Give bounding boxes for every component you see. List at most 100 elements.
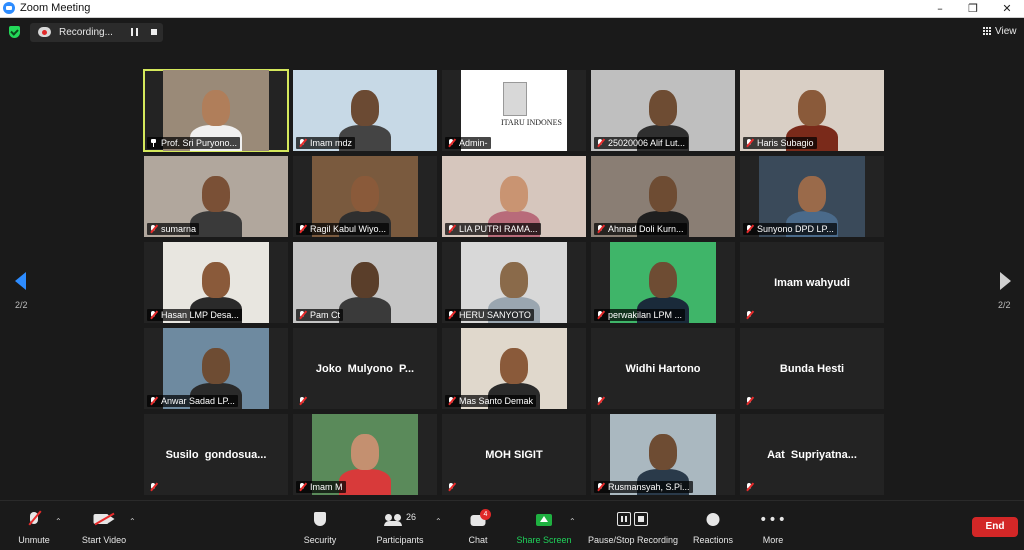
muted-mic-icon: [299, 311, 305, 319]
start-video-button[interactable]: Start Video: [76, 501, 132, 550]
participant-name-tag: Ragil Kabul Wiyo...: [296, 223, 390, 235]
muted-mic-indicator: [743, 309, 757, 321]
participant-name: HERU SANYOTO: [459, 310, 531, 320]
participant-name-tag: LIA PUTRI RAMA...: [445, 223, 541, 235]
muted-mic-icon: [597, 397, 603, 405]
participant-tile[interactable]: Susilo gondosua...: [144, 414, 288, 495]
participant-tile[interactable]: Aat Supriyatna...: [740, 414, 884, 495]
view-button[interactable]: View: [983, 26, 1017, 37]
participants-count: 26: [406, 512, 417, 522]
participant-name: Haris Subagio: [757, 138, 814, 148]
participant-tile[interactable]: perwakilan LPM ...: [591, 242, 735, 323]
unmute-button[interactable]: Unmute: [8, 501, 60, 550]
muted-mic-icon: [150, 225, 156, 233]
participant-name: Hasan LMP Desa...: [161, 310, 239, 320]
participant-tile[interactable]: Widhi Hartono: [591, 328, 735, 409]
pause-stop-recording-button[interactable]: Pause/Stop Recording: [585, 501, 681, 550]
participant-tile[interactable]: ITARU INDONES Admin-: [442, 70, 586, 151]
participant-name-tag: HERU SANYOTO: [445, 309, 534, 321]
participant-tile[interactable]: MOH SIGIT: [442, 414, 586, 495]
muted-mic-icon: [746, 311, 752, 319]
participant-name: Mas Santo Demak: [459, 396, 534, 406]
participant-name: Pam Ct: [310, 310, 341, 320]
close-button[interactable]: ✕: [990, 0, 1024, 17]
muted-mic-indicator: [147, 481, 161, 493]
recording-label: Recording...: [59, 27, 113, 38]
next-page-arrow-icon[interactable]: [1000, 272, 1011, 290]
participant-tile[interactable]: Mas Santo Demak: [442, 328, 586, 409]
participant-tile[interactable]: Joko Mulyono P...: [293, 328, 437, 409]
muted-mic-icon: [448, 139, 454, 147]
muted-microphone-icon: [28, 510, 42, 526]
participants-options-caret-icon[interactable]: ⌃: [435, 517, 442, 526]
more-button[interactable]: ••• More: [752, 501, 794, 550]
logo-text: ITARU INDONES: [501, 118, 562, 127]
participant-name: Imam M: [310, 482, 343, 492]
participant-tile[interactable]: Bunda Hesti: [740, 328, 884, 409]
muted-mic-icon: [150, 397, 156, 405]
participant-tile[interactable]: Imam M: [293, 414, 437, 495]
participant-tile[interactable]: Hasan LMP Desa...: [144, 242, 288, 323]
muted-mic-indicator: [743, 395, 757, 407]
participant-tile[interactable]: Rusmansyah, S.Pi...: [591, 414, 735, 495]
end-meeting-button[interactable]: End: [972, 517, 1018, 537]
audio-options-caret-icon[interactable]: ⌃: [55, 517, 62, 526]
participant-name-tag: sumarna: [147, 223, 200, 235]
security-button[interactable]: Security: [298, 501, 342, 550]
participant-name: Imam wahyudi: [774, 276, 850, 289]
participant-tile[interactable]: Imam mdz: [293, 70, 437, 151]
share-screen-label: Share Screen: [516, 535, 572, 545]
chat-button[interactable]: 4 Chat: [457, 501, 499, 550]
muted-mic-icon: [299, 397, 305, 405]
participant-tile[interactable]: 25020006 Alif Lut...: [591, 70, 735, 151]
muted-mic-icon: [597, 225, 603, 233]
participant-name-tag: Hasan LMP Desa...: [147, 309, 242, 321]
participant-tile[interactable]: sumarna: [144, 156, 288, 237]
participants-button[interactable]: 26 Participants: [372, 501, 428, 550]
participant-tile[interactable]: HERU SANYOTO: [442, 242, 586, 323]
recording-indicator: Recording...: [30, 23, 163, 42]
participant-name: perwakilan LPM ...: [608, 310, 683, 320]
view-label: View: [995, 26, 1017, 37]
unmute-label: Unmute: [18, 535, 50, 545]
share-options-caret-icon[interactable]: ⌃: [569, 517, 576, 526]
participant-name: Sunyono DPD LP...: [757, 224, 834, 234]
participant-tile[interactable]: LIA PUTRI RAMA...: [442, 156, 586, 237]
participant-name-tag: 25020006 Alif Lut...: [594, 137, 689, 149]
share-screen-button[interactable]: Share Screen: [513, 501, 575, 550]
muted-mic-indicator: [445, 481, 459, 493]
participant-name: Joko Mulyono P...: [315, 362, 415, 375]
security-shield-icon: [314, 512, 326, 526]
participants-icon: [384, 514, 403, 526]
participant-tile[interactable]: Ragil Kabul Wiyo...: [293, 156, 437, 237]
participant-tile[interactable]: Sunyono DPD LP...: [740, 156, 884, 237]
participant-name-tag: Prof. Sri Puryono...: [147, 137, 241, 149]
participant-name-tag: Pam Ct: [296, 309, 344, 321]
participant-name-tag: Anwar Sadad LP...: [147, 395, 238, 407]
stop-recording-icon[interactable]: [151, 29, 157, 35]
participant-name-tag: Ahmad Doli Kurn...: [594, 223, 687, 235]
reactions-button[interactable]: Reactions: [688, 501, 738, 550]
muted-mic-icon: [299, 483, 305, 491]
participant-tile[interactable]: Ahmad Doli Kurn...: [591, 156, 735, 237]
participant-tile[interactable]: Anwar Sadad LP...: [144, 328, 288, 409]
pause-recording-icon[interactable]: [131, 28, 138, 36]
previous-page-arrow-icon[interactable]: [15, 272, 26, 290]
page-indicator-left: 2/2: [15, 300, 28, 310]
minimize-button[interactable]: –: [923, 0, 957, 17]
muted-mic-icon: [746, 397, 752, 405]
encryption-shield-icon[interactable]: [9, 26, 20, 38]
muted-mic-icon: [448, 397, 454, 405]
participant-tile[interactable]: Haris Subagio: [740, 70, 884, 151]
participant-name-tag: Mas Santo Demak: [445, 395, 537, 407]
participant-tile[interactable]: Imam wahyudi: [740, 242, 884, 323]
participant-name-tag: Admin-: [445, 137, 491, 149]
participant-tile[interactable]: Prof. Sri Puryono...: [143, 69, 289, 152]
participant-tile[interactable]: Pam Ct: [293, 242, 437, 323]
muted-mic-indicator: [594, 395, 608, 407]
video-options-caret-icon[interactable]: ⌃: [129, 517, 136, 526]
restore-button[interactable]: ❐: [956, 0, 990, 17]
participant-name-tag: Rusmansyah, S.Pi...: [594, 481, 693, 493]
muted-mic-icon: [448, 311, 454, 319]
chat-unread-badge: 4: [480, 509, 491, 520]
